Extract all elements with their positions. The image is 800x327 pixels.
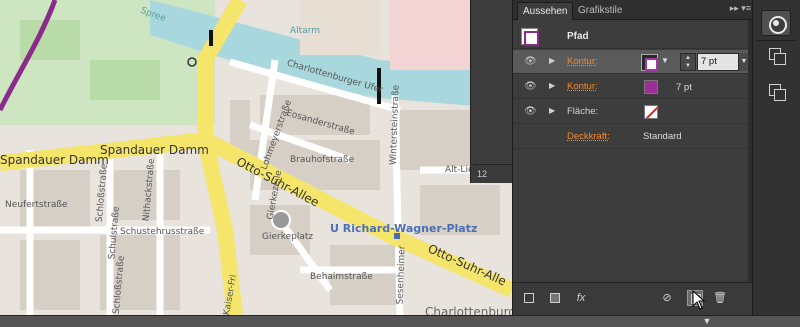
opacity-label-link[interactable]: Deckkraft: xyxy=(567,131,610,142)
stroke-label-link[interactable]: Kontur: xyxy=(567,56,598,67)
add-stroke-icon[interactable] xyxy=(521,290,537,306)
stroke-color-swatch[interactable] xyxy=(644,80,658,94)
chevron-down-icon[interactable]: ▼ xyxy=(661,56,669,65)
panel-menu-button[interactable]: ▸▸ ▾≡ xyxy=(721,3,751,17)
stroke-weight-stepper[interactable]: ▲ ▼ xyxy=(680,53,696,71)
map-canvas[interactable]: Spandauer Damm Spandauer Damm Otto-Suhr-… xyxy=(0,0,512,315)
map-label-spandauer-damm-right: Spandauer Damm xyxy=(100,143,209,157)
app-window: Spandauer Damm Spandauer Damm Otto-Suhr-… xyxy=(0,0,800,327)
disclosure-triangle-icon[interactable]: ▶ xyxy=(549,56,555,65)
transform-panel-icon[interactable] xyxy=(761,80,791,106)
opacity-value: Standard xyxy=(643,131,682,142)
appearance-panel-icon[interactable] xyxy=(761,10,791,36)
map-label-sesenheimer: Sesenheimer xyxy=(395,245,408,305)
map-label-station: U Richard-Wagner-Platz xyxy=(330,222,478,235)
tab-grafikstile[interactable]: Grafikstile xyxy=(573,2,627,20)
add-fill-icon[interactable] xyxy=(547,290,563,306)
map-label-schustehrusstrasse: Schustehrusstraße xyxy=(120,227,205,237)
path-header-row[interactable]: Pfad xyxy=(513,23,753,49)
mouse-cursor-icon xyxy=(692,290,706,310)
map-label-neufertstrasse: Neufertstraße xyxy=(5,200,68,210)
disclosure-triangle-icon[interactable]: ▶ xyxy=(549,106,555,115)
stroke-color-swatch[interactable] xyxy=(641,54,658,71)
layers-count-label: 12 Ebe... xyxy=(473,164,513,198)
layers-panel-edge xyxy=(470,0,512,183)
appearance-row-stroke-1[interactable]: 👁 ▶ Kontur: ▼ ▲ ▼ 7 pt ▼ xyxy=(513,50,749,74)
eye-icon[interactable]: 👁 xyxy=(524,82,537,92)
map-label-gierkeplatz: Gierkeplatz xyxy=(262,232,314,242)
clear-appearance-icon[interactable]: ⊘ xyxy=(659,290,675,306)
tab-aussehen[interactable]: Aussehen xyxy=(517,2,574,20)
appearance-row-opacity[interactable]: Deckkraft: Standard xyxy=(513,125,749,149)
stroke-weight-value: 7 pt xyxy=(676,82,692,93)
path-label: Pfad xyxy=(567,31,589,42)
trash-icon[interactable]: 🗑 xyxy=(712,290,728,306)
panel-footer: fx ⊘ 🗑 xyxy=(513,282,753,315)
pathfinder-panel-icon[interactable] xyxy=(761,44,791,70)
appearance-row-fill[interactable]: 👁 ▶ Fläche: xyxy=(513,100,749,124)
fill-none-swatch[interactable] xyxy=(644,105,658,119)
fx-icon[interactable]: fx xyxy=(573,290,589,306)
map-label-altarm: Altarm xyxy=(290,26,321,36)
chevron-down-icon[interactable]: ▼ xyxy=(700,315,714,327)
eye-icon[interactable]: 👁 xyxy=(524,57,537,67)
appearance-panel: Aussehen Grafikstile ▸▸ ▾≡ Pfad 👁 ▶ Kont… xyxy=(512,0,753,315)
stroke-weight-input[interactable]: 7 pt xyxy=(697,53,739,71)
stroke-label-link[interactable]: Kontur: xyxy=(567,81,598,92)
appearance-row-stroke-2[interactable]: 👁 ▶ Kontur: 7 pt xyxy=(513,75,749,99)
disclosure-triangle-icon[interactable]: ▶ xyxy=(549,81,555,90)
map-label-brauhofstrasse: Brauhofstraße xyxy=(290,155,355,165)
path-thumbnail xyxy=(521,28,539,46)
map-label-spandauer-damm-left: Spandauer Damm xyxy=(0,153,109,167)
panel-dock xyxy=(752,0,800,315)
map-label-charlottenburg: Charlottenburg xyxy=(425,305,512,315)
panel-tab-bar: Aussehen Grafikstile ▸▸ ▾≡ xyxy=(513,0,753,20)
horizontal-scrollbar[interactable] xyxy=(0,315,800,327)
dock-divider xyxy=(757,40,797,41)
eye-icon[interactable]: 👁 xyxy=(524,107,537,117)
fill-label: Fläche: xyxy=(567,106,599,117)
map-label-behaimstrasse: Behaimstraße xyxy=(310,272,373,282)
